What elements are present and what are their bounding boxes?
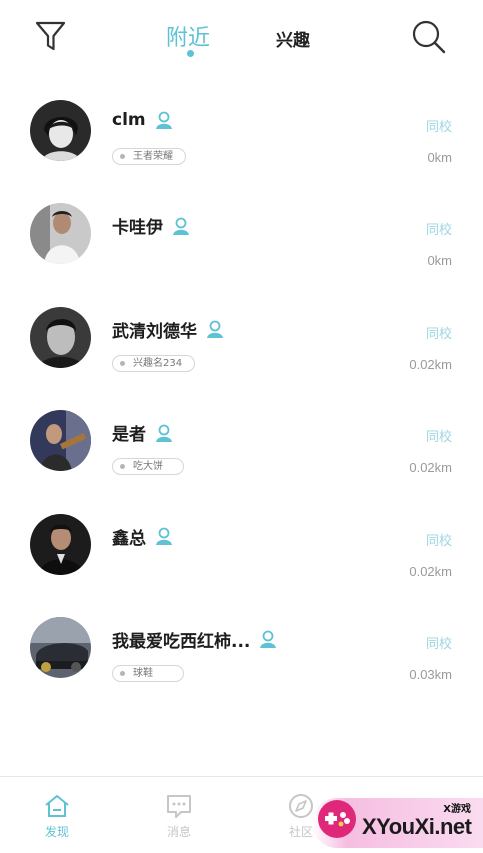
user-badge-icon	[156, 527, 172, 546]
user-name-row: 我最爱吃西红柿...	[112, 627, 278, 652]
gamepad-logo-icon	[318, 800, 356, 838]
nav-messages[interactable]: 消息	[149, 793, 209, 840]
same-school-label: 同校	[425, 120, 452, 135]
list-item[interactable]: 我最爱吃西红柿... 球鞋 同校 0.03km	[0, 613, 483, 716]
user-name-row: 卡哇伊	[112, 213, 191, 238]
distance-label: 0.02km	[409, 563, 452, 579]
nav-discover[interactable]: 发现	[27, 793, 87, 840]
user-name-row: 鑫总	[112, 524, 174, 549]
list-item[interactable]: clm 王者荣耀 同校 0km	[0, 96, 483, 199]
message-icon	[167, 795, 191, 818]
same-school-label: 同校	[425, 326, 452, 342]
user-badge-icon	[173, 217, 189, 235]
tab-nearby[interactable]: 附近	[166, 20, 210, 52]
user-name-row: 是者	[112, 420, 174, 445]
nav-label: 发现	[44, 825, 69, 839]
active-tab-indicator	[187, 50, 194, 57]
list-item[interactable]: 是者 吃大饼 同校 0.02km	[0, 406, 483, 509]
same-school-label: 同校	[425, 223, 452, 239]
avatar[interactable]	[30, 616, 91, 678]
user-name[interactable]: 武清刘德华	[112, 317, 197, 342]
distance-label: 0.02km	[409, 460, 452, 476]
avatar[interactable]	[30, 513, 91, 575]
interest-tag: 兴趣名234	[112, 354, 196, 372]
search-button[interactable]	[410, 18, 448, 56]
distance-label: 0.03km	[409, 666, 452, 682]
distance-label: 0km	[427, 150, 452, 165]
top-bar: 附近 兴趣	[0, 0, 483, 80]
user-badge-icon	[260, 631, 277, 649]
user-name[interactable]: 鑫总	[112, 524, 146, 549]
user-name[interactable]: 我最爱吃西红柿...	[112, 627, 250, 652]
site-watermark: X游戏 XYouXi.net	[312, 794, 483, 853]
avatar[interactable]	[30, 410, 91, 472]
tab-interest[interactable]: 兴趣	[276, 26, 310, 51]
user-name[interactable]: 卡哇伊	[112, 213, 163, 238]
compass-icon	[289, 794, 313, 818]
avatar[interactable]	[30, 100, 91, 161]
avatar[interactable]	[30, 306, 91, 368]
user-badge-icon	[207, 320, 223, 339]
watermark-site-name: XYouXi.net	[362, 814, 472, 839]
nav-label: 消息	[166, 825, 191, 839]
interest-tag: 王者荣耀	[112, 148, 186, 165]
same-school-label: 同校	[425, 636, 452, 652]
search-icon	[412, 20, 446, 54]
interest-tag: 球鞋	[112, 664, 184, 682]
filter-icon	[35, 21, 66, 51]
distance-label: 0km	[427, 253, 452, 269]
user-badge-icon	[156, 424, 172, 442]
interest-tag: 吃大饼	[112, 458, 184, 476]
same-school-label: 同校	[425, 430, 452, 446]
watermark-small-text: X游戏	[443, 804, 471, 815]
user-name-row: clm	[112, 110, 174, 130]
list-item[interactable]: 武清刘德华 兴趣名234 同校 0.02km	[0, 303, 483, 406]
list-item[interactable]: 卡哇伊 同校 0km	[0, 199, 483, 302]
user-name[interactable]: clm	[112, 110, 146, 130]
distance-label: 0.02km	[409, 356, 452, 372]
user-name-row: 武清刘德华	[112, 317, 225, 342]
filter-button[interactable]	[33, 18, 69, 54]
avatar[interactable]	[30, 203, 91, 265]
list-item[interactable]: 鑫总 同校 0.02km	[0, 510, 483, 613]
user-name[interactable]: 是者	[112, 420, 146, 445]
nearby-user-list: clm 王者荣耀 同校 0km 卡哇伊 同校 0km 武清刘德华 兴趣名234 …	[0, 96, 483, 716]
home-icon	[45, 795, 69, 817]
user-badge-icon	[155, 111, 172, 129]
same-school-label: 同校	[425, 533, 452, 549]
